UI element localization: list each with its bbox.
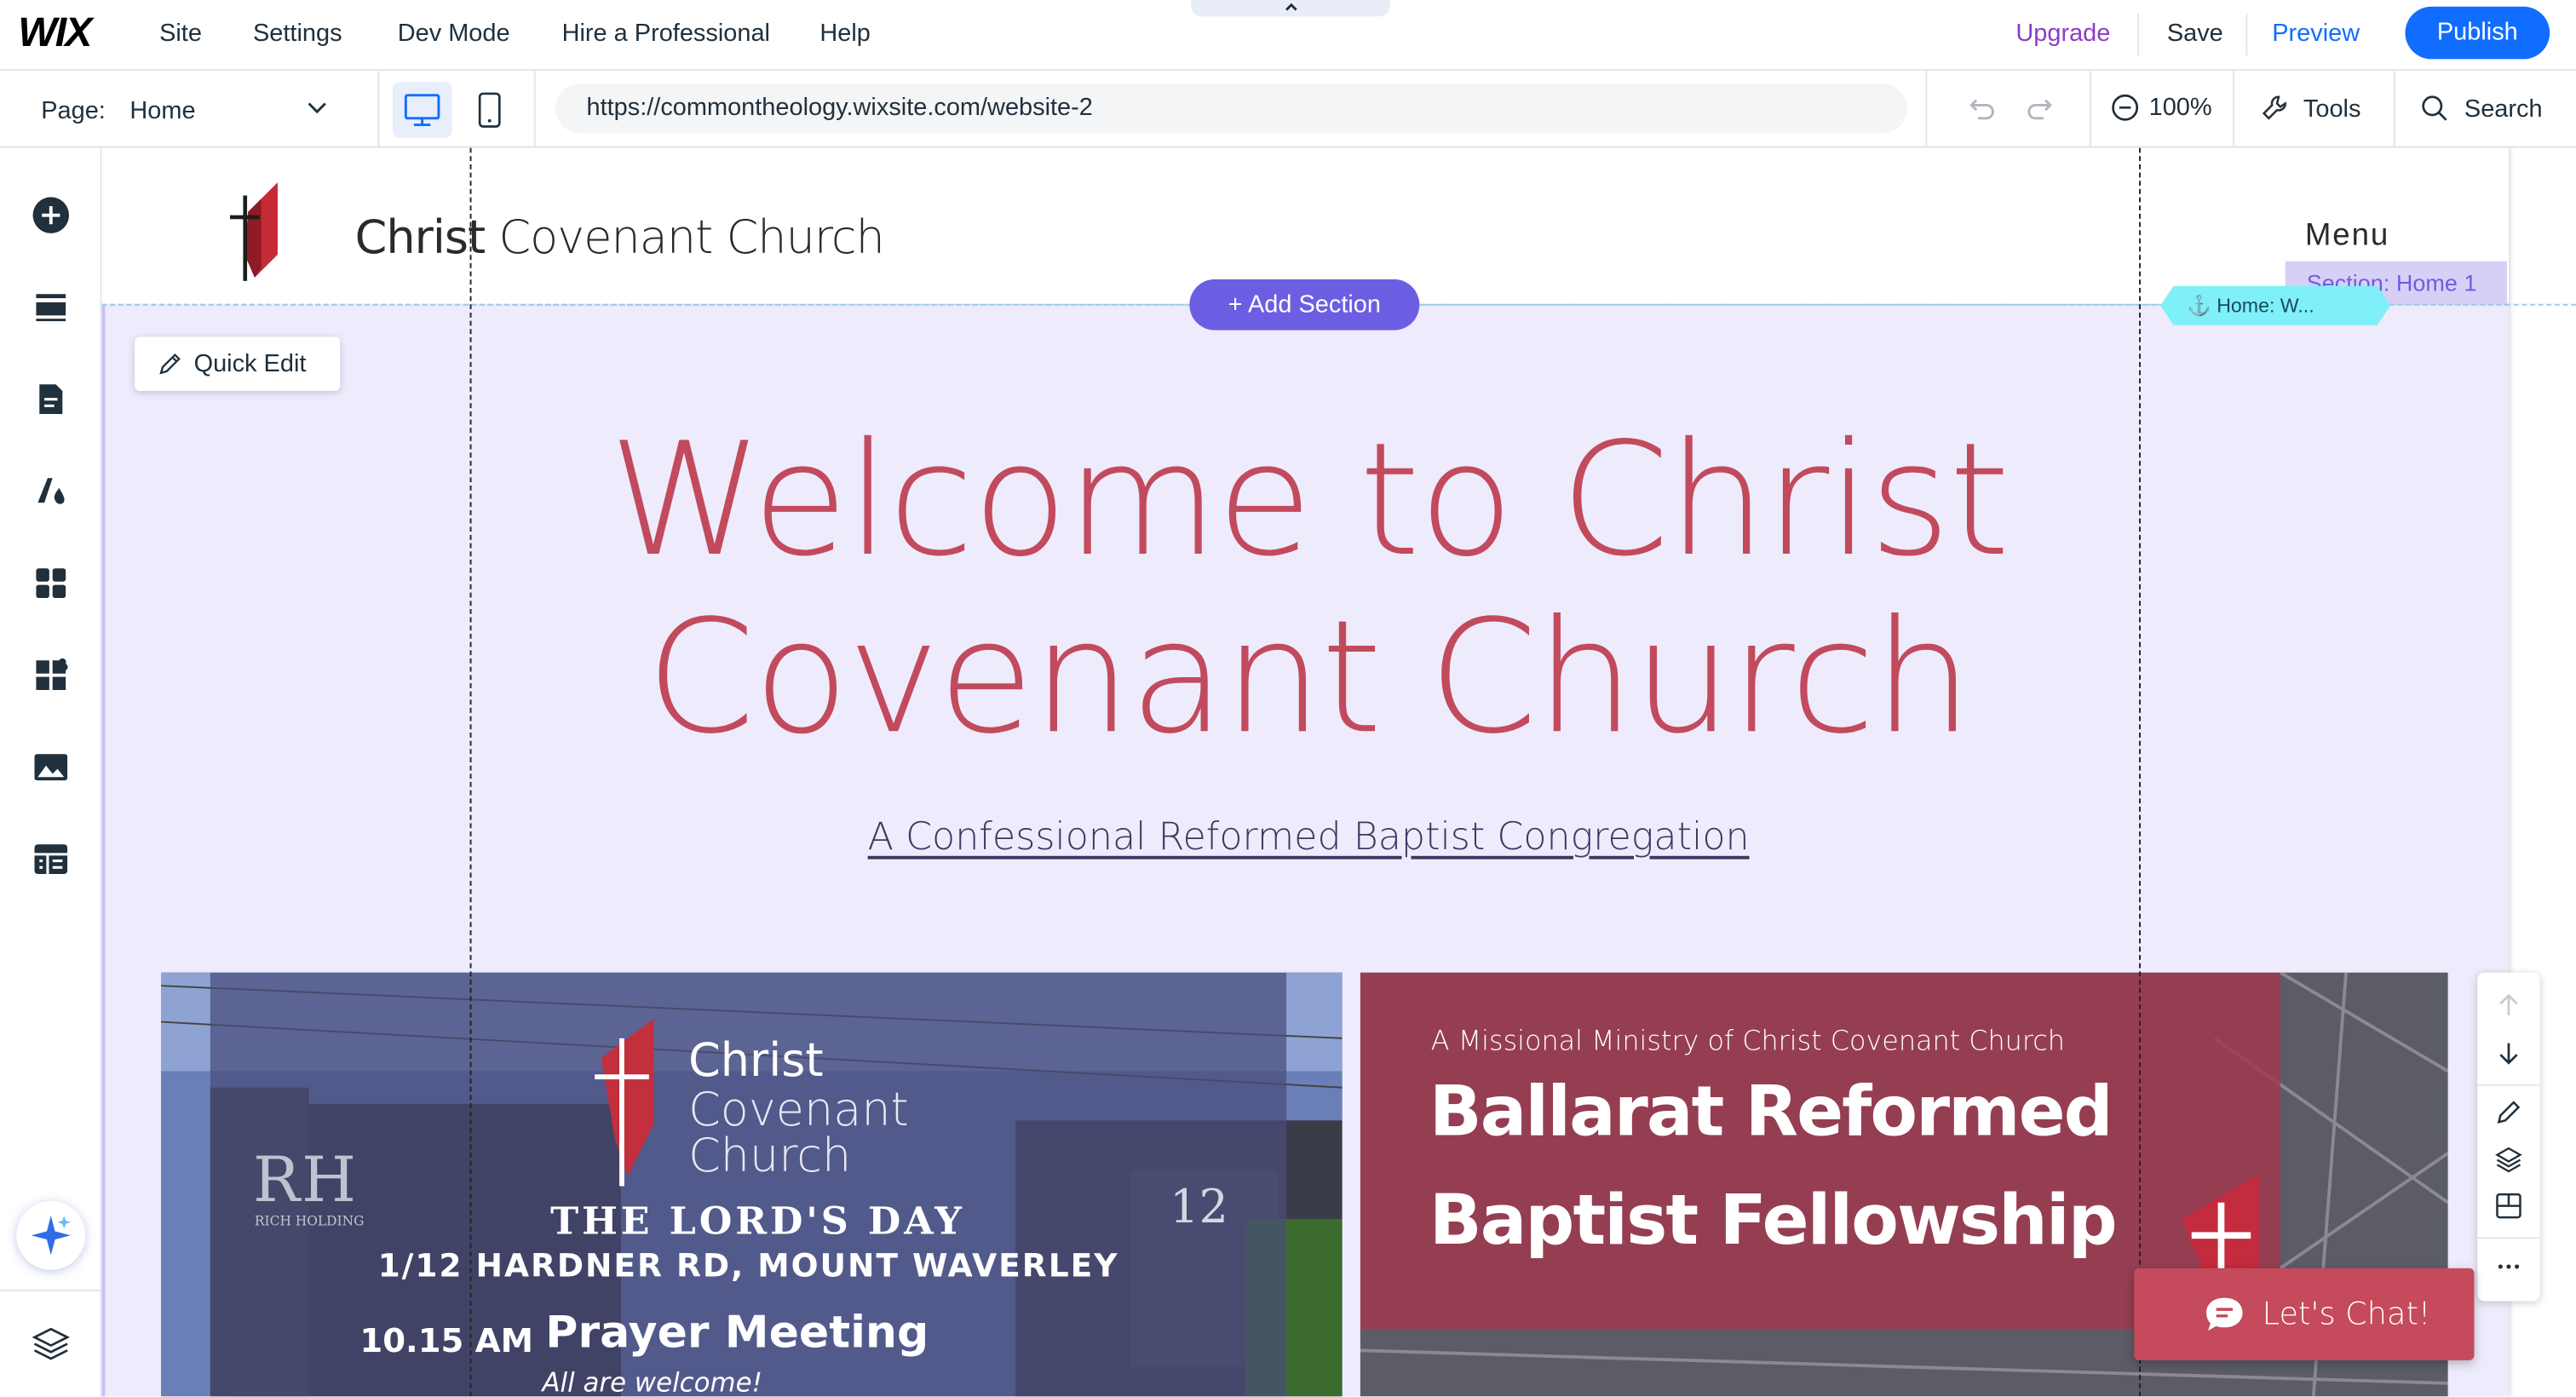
apps-icon[interactable]: [32, 564, 71, 603]
business-apps-icon[interactable]: [32, 656, 71, 695]
tools-button[interactable]: Tools: [2261, 94, 2361, 124]
add-section-button[interactable]: + Add Section: [1189, 279, 1420, 331]
move-up-icon[interactable]: [2494, 991, 2524, 1020]
menu-site[interactable]: Site: [159, 20, 202, 48]
divider: [2137, 13, 2140, 56]
building-number: 12: [1170, 1179, 1228, 1234]
grid-guide-right: [2139, 147, 2141, 1397]
divider: [1925, 70, 1928, 148]
site-page: Christ Covenant Church Menu Section: Hom…: [101, 147, 2509, 1397]
sign-text: RICH HOLDING: [254, 1214, 365, 1229]
zoom-level: 100%: [2148, 93, 2212, 122]
divider: [2232, 70, 2234, 148]
search-icon: [2422, 95, 2447, 121]
site-menu-label[interactable]: Menu: [2305, 219, 2389, 255]
chevron-down-icon[interactable]: [304, 94, 331, 120]
move-down-icon[interactable]: [2494, 1038, 2524, 1068]
left-toolbar: [0, 147, 102, 1397]
editor-canvas: Christ Covenant Church Menu Section: Hom…: [101, 147, 2576, 1397]
media-icon[interactable]: [32, 748, 71, 787]
church-logo[interactable]: [225, 175, 290, 284]
menu-help[interactable]: Help: [819, 20, 871, 48]
fellowship-title-line2: Baptist Fellowship: [1429, 1179, 2118, 1261]
wrench-icon: [2262, 95, 2286, 120]
wix-logo[interactable]: WIX: [18, 10, 92, 58]
chevron-up-icon: [1285, 3, 1297, 11]
save-button[interactable]: Save: [2167, 20, 2223, 48]
section-actions-toolbar: [2477, 972, 2540, 1302]
desktop-view-button[interactable]: [392, 82, 452, 139]
menu-hire-professional[interactable]: Hire a Professional: [562, 20, 770, 48]
service-event: Prayer Meeting: [545, 1308, 929, 1359]
upgrade-link[interactable]: Upgrade: [2015, 20, 2110, 48]
grid-guide-left: [469, 147, 472, 1397]
edit-pencil-icon[interactable]: [2494, 1097, 2524, 1127]
pencil-icon: [159, 353, 181, 375]
mobile-view-icon[interactable]: [472, 90, 508, 129]
service-address: 1/12 HARDNER RD, MOUNT WAVERLEY: [377, 1246, 1119, 1285]
divider: [377, 70, 380, 148]
menu-dev-mode[interactable]: Dev Mode: [398, 20, 510, 48]
anchor-tag[interactable]: ⚓ Home: W...: [2160, 285, 2391, 325]
sparkle-icon: [31, 1216, 71, 1256]
chat-label: Let's Chat!: [2262, 1296, 2431, 1333]
divider: [0, 1289, 102, 1291]
collapse-toolbar-tab[interactable]: [1191, 0, 1390, 17]
card-logo-christ: Christ: [688, 1033, 824, 1088]
chat-widget-button[interactable]: Let's Chat!: [2134, 1268, 2475, 1360]
ai-assistant-button[interactable]: [16, 1200, 86, 1270]
hero-section[interactable]: Quick Edit Welcome to Christ Covenant Ch…: [101, 303, 2509, 1397]
redo-icon[interactable]: [2022, 94, 2056, 127]
zoom-control[interactable]: 100%: [2111, 93, 2212, 122]
divider: [533, 70, 536, 148]
zoom-out-icon: [2112, 94, 2139, 121]
quick-edit-label: Quick Edit: [193, 349, 307, 378]
card-logo-church: Church: [688, 1128, 852, 1183]
fellowship-title-line1: Ballarat Reformed: [1429, 1071, 2113, 1152]
divider: [2477, 1084, 2540, 1086]
top-bar: WIX Site Settings Dev Mode Hire a Profes…: [0, 0, 2576, 71]
pages-icon[interactable]: [32, 380, 71, 419]
card-logo-covenant: Covenant: [688, 1082, 909, 1137]
add-elements-icon[interactable]: [32, 196, 71, 235]
add-section-icon[interactable]: [32, 288, 71, 327]
service-time: 10.15 AM: [359, 1320, 534, 1360]
sign-letters: RH: [253, 1143, 358, 1216]
site-title[interactable]: Christ Covenant Church: [354, 210, 885, 265]
desktop-icon: [404, 94, 440, 127]
editor-toolbar: Page: Home https://commontheology.wixsit…: [0, 70, 2576, 148]
menu-settings[interactable]: Settings: [253, 20, 342, 48]
search-label: Search: [2464, 94, 2543, 123]
site-url-field[interactable]: https://commontheology.wixsite.com/websi…: [555, 83, 1908, 134]
more-options-icon[interactable]: [2494, 1252, 2524, 1282]
service-day: THE LORD'S DAY: [550, 1199, 965, 1244]
page-label: Page:: [41, 96, 106, 125]
quick-edit-button[interactable]: Quick Edit: [135, 336, 341, 392]
design-icon[interactable]: [32, 472, 71, 511]
site-title-first: Christ: [354, 210, 486, 265]
service-welcome: All are welcome!: [542, 1366, 762, 1397]
site-title-rest: Covenant Church: [485, 210, 884, 265]
layout-icon[interactable]: [2494, 1191, 2524, 1221]
search-button[interactable]: Search: [2420, 94, 2543, 124]
chat-bubble-icon: [2206, 1297, 2243, 1331]
preview-button[interactable]: Preview: [2272, 20, 2360, 48]
divider: [2090, 70, 2092, 148]
divider: [2245, 13, 2248, 56]
hero-title[interactable]: Welcome to Christ Covenant Church: [598, 412, 2019, 767]
page-selector[interactable]: Home: [129, 97, 195, 125]
divider: [2477, 1237, 2540, 1239]
hero-subtitle[interactable]: A Confessional Reformed Baptist Congrega…: [762, 817, 1855, 859]
fellowship-kicker: A Missional Ministry of Christ Covenant …: [1430, 1025, 2065, 1057]
layers-icon[interactable]: [32, 1324, 71, 1363]
undo-icon[interactable]: [1967, 94, 2000, 127]
publish-button[interactable]: Publish: [2405, 6, 2550, 60]
tools-label: Tools: [2303, 94, 2361, 123]
divider: [2393, 70, 2395, 148]
service-info-card[interactable]: Christ Covenant Church RH RICH HOLDING 1…: [161, 972, 1343, 1397]
cms-icon[interactable]: [32, 840, 71, 879]
layers-stack-icon[interactable]: [2494, 1145, 2524, 1175]
